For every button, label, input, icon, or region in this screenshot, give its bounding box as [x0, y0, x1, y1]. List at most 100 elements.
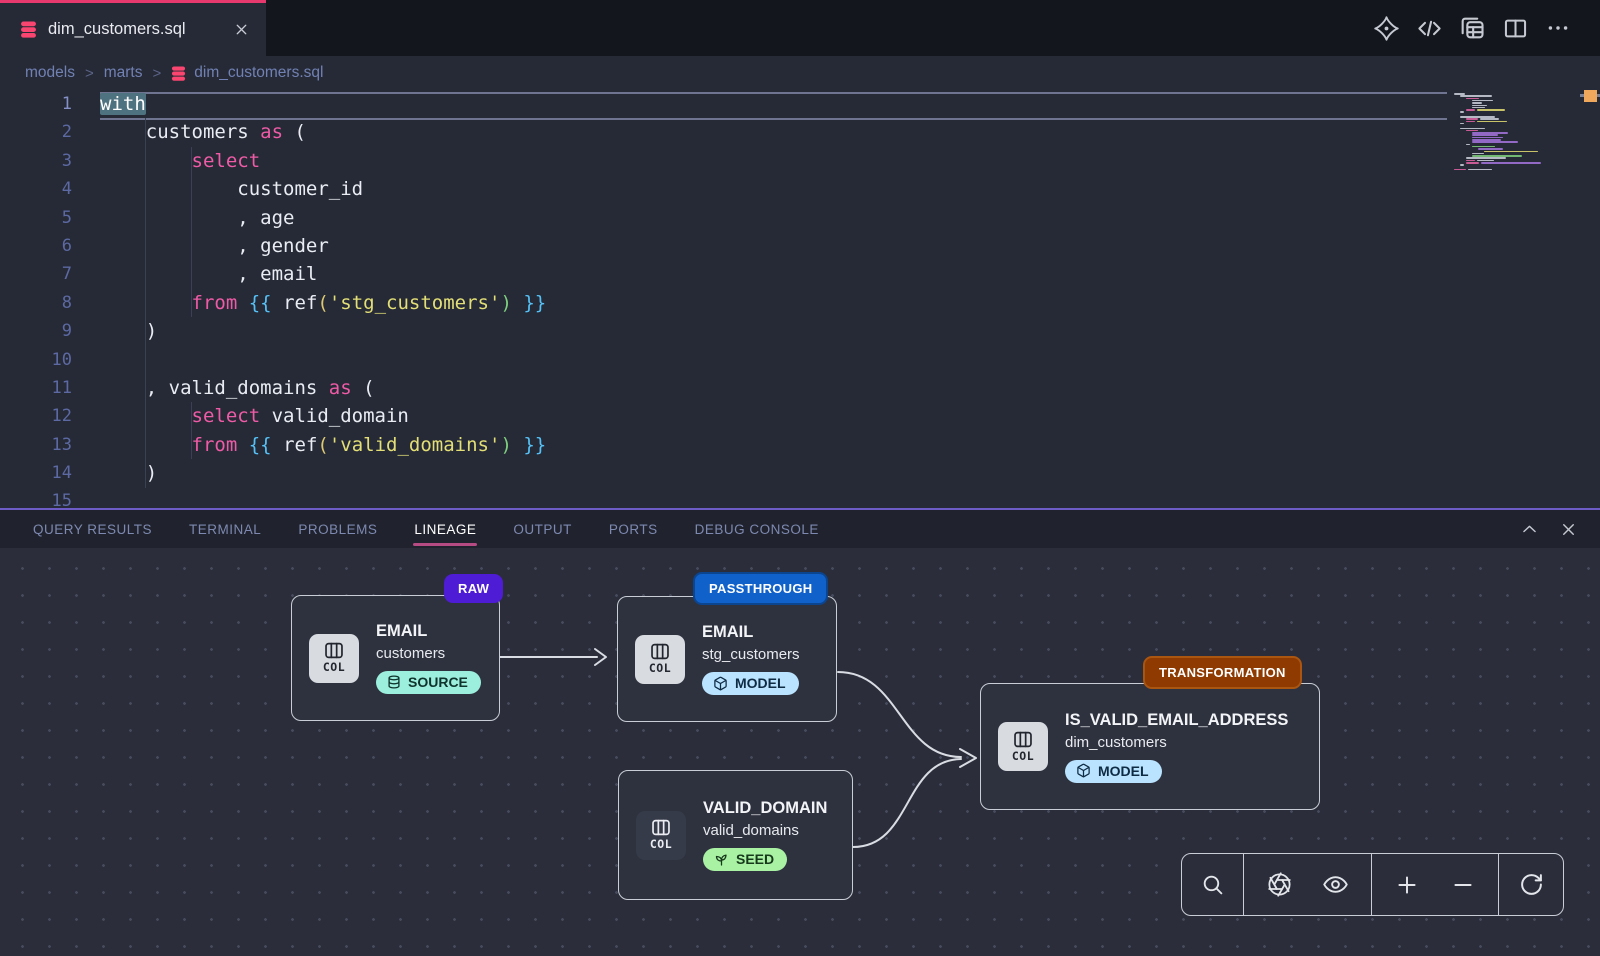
minimap-line	[1466, 162, 1479, 164]
breadcrumb-item-file[interactable]: dim_customers.sql	[171, 64, 323, 82]
edge-arrowhead	[960, 749, 976, 767]
minimap-line	[1472, 137, 1503, 139]
panel-tab-ports[interactable]: PORTS	[609, 510, 658, 548]
zoom-out-icon[interactable]	[1443, 865, 1483, 905]
lineage-node-dim-customers[interactable]: COL IS_VALID_EMAIL_ADDRESS dim_customers…	[980, 683, 1320, 810]
code-line-2[interactable]: customers as (	[100, 118, 1447, 146]
tab-dim-customers-sql[interactable]: dim_customers.sql	[0, 0, 266, 56]
col-label: COL	[650, 837, 672, 851]
eye-icon[interactable]	[1315, 865, 1355, 905]
line-number-gutter: 123456789101112131415	[0, 90, 72, 508]
col-label: COL	[649, 661, 671, 675]
code-line-10[interactable]	[100, 346, 1447, 374]
line-number: 5	[0, 204, 72, 232]
panel-tab-problems[interactable]: PROBLEMS	[298, 510, 377, 548]
badge-transformation: TRANSFORMATION	[1143, 656, 1302, 689]
split-editor-icon[interactable]	[1501, 14, 1529, 42]
node-column-name: EMAIL	[702, 623, 800, 642]
collapse-panel-icon[interactable]	[1520, 520, 1539, 539]
database-icon	[20, 21, 37, 38]
code-line-11[interactable]: , valid_domains as (	[100, 374, 1447, 402]
minimap-line	[1481, 162, 1541, 164]
minimap-line	[1466, 98, 1479, 100]
breadcrumb-item-marts[interactable]: marts	[104, 64, 143, 82]
panel-tab-terminal[interactable]: TERMINAL	[189, 510, 261, 548]
line-number: 4	[0, 175, 72, 203]
minimap-line	[1460, 128, 1485, 130]
columns-icon	[651, 819, 671, 836]
app-window: dim_customers.sql	[0, 0, 1600, 956]
line-number: 9	[0, 317, 72, 345]
breadcrumb-file-label: dim_customers.sql	[194, 64, 323, 82]
overview-ruler[interactable]	[1580, 90, 1600, 508]
breadcrumb-item-models[interactable]: models	[25, 64, 75, 82]
minimap-line	[1466, 118, 1478, 120]
cube-icon	[1076, 763, 1091, 778]
lineage-node-valid-domains[interactable]: COL VALID_DOMAIN valid_domains SEED	[618, 770, 853, 900]
lineage-node-customers[interactable]: COL EMAIL customers SOURCE	[291, 595, 500, 721]
panel-tab-bar: QUERY RESULTS TERMINAL PROBLEMS LINEAGE OUTP…	[0, 510, 1600, 548]
minimap-line	[1454, 93, 1465, 95]
code-line-3[interactable]: select	[100, 147, 1447, 175]
minimap-line	[1472, 132, 1508, 134]
breadcrumb-separator: >	[85, 65, 94, 82]
zoom-in-icon[interactable]	[1387, 865, 1427, 905]
minimap-line	[1460, 164, 1464, 166]
panel-tab-lineage[interactable]: LINEAGE	[414, 510, 476, 548]
column-tile: COL	[998, 722, 1048, 771]
minimap-line	[1472, 134, 1498, 136]
line-number: 6	[0, 232, 72, 260]
minimap-line	[1472, 100, 1493, 102]
copy-table-icon[interactable]	[1458, 14, 1486, 42]
node-type-label: SOURCE	[408, 674, 468, 690]
edge-valid-domains-to-dim	[853, 759, 961, 847]
minimap[interactable]	[1448, 90, 1578, 508]
code-line-7[interactable]: , email	[100, 260, 1447, 288]
lineage-node-stg-customers[interactable]: COL EMAIL stg_customers MODEL	[617, 596, 837, 722]
node-column-name: VALID_DOMAIN	[703, 799, 827, 818]
close-tab-icon[interactable]	[233, 21, 250, 38]
minimap-line	[1472, 141, 1518, 143]
more-actions-icon[interactable]	[1544, 14, 1572, 42]
panel-tab-output[interactable]: OUTPUT	[513, 510, 572, 548]
panel-tab-query-results[interactable]: QUERY RESULTS	[33, 510, 152, 548]
code-line-15[interactable]	[100, 487, 1447, 508]
minimap-line	[1466, 160, 1475, 162]
open-as-code-icon[interactable]	[1415, 14, 1443, 42]
minimap-line	[1460, 123, 1464, 125]
node-model-name: dim_customers	[1065, 734, 1288, 751]
panel-tab-debug-console[interactable]: DEBUG CONSOLE	[695, 510, 819, 548]
badge-passthrough: PASSTHROUGH	[693, 572, 828, 605]
tab-label: dim_customers.sql	[48, 20, 186, 39]
close-panel-icon[interactable]	[1559, 520, 1578, 539]
code-editor[interactable]: 123456789101112131415 with customers as …	[0, 90, 1600, 508]
editor-actions	[1372, 0, 1600, 56]
line-number: 8	[0, 289, 72, 317]
lineage-canvas[interactable]: RAW PASSTHROUGH TRANSFORMATION COL EMAIL…	[0, 548, 1600, 956]
code-line-9[interactable]: )	[100, 317, 1447, 345]
code-line-4[interactable]: customer_id	[100, 175, 1447, 203]
code-line-6[interactable]: , gender	[100, 232, 1447, 260]
column-tile: COL	[636, 811, 686, 860]
code-line-1[interactable]: with	[100, 90, 1447, 118]
line-number: 13	[0, 431, 72, 459]
columns-icon	[1013, 731, 1033, 748]
code-lines[interactable]: with customers as ( select customer_id ,…	[100, 90, 1447, 508]
node-model-name: stg_customers	[702, 646, 800, 663]
dbt-extension-icon[interactable]	[1372, 14, 1400, 42]
code-line-13[interactable]: from {{ ref('valid_domains') }}	[100, 431, 1447, 459]
code-line-12[interactable]: select valid_domain	[100, 402, 1447, 430]
minimap-line	[1480, 118, 1499, 120]
minimap-line	[1472, 139, 1501, 141]
minimap-line	[1460, 95, 1492, 97]
code-line-8[interactable]: from {{ ref('stg_customers') }}	[100, 289, 1447, 317]
aperture-icon[interactable]	[1260, 865, 1300, 905]
minimap-line	[1466, 121, 1475, 123]
refresh-icon[interactable]	[1511, 865, 1551, 905]
node-column-name: IS_VALID_EMAIL_ADDRESS	[1065, 711, 1288, 730]
search-icon[interactable]	[1193, 865, 1233, 905]
line-number: 15	[0, 487, 72, 508]
code-line-14[interactable]: )	[100, 459, 1447, 487]
node-type-pill-model: MODEL	[702, 672, 799, 695]
code-line-5[interactable]: , age	[100, 204, 1447, 232]
